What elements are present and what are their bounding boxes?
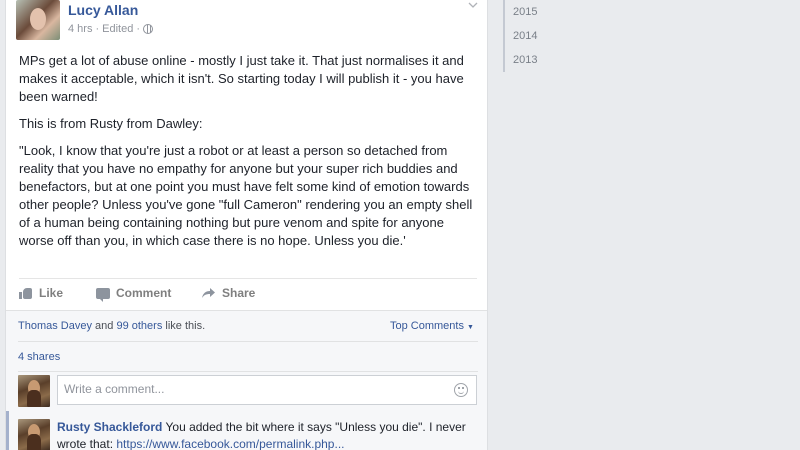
timeline-sidebar: 2015 2014 2013	[500, 0, 800, 450]
meta-separator: ·	[95, 23, 100, 35]
year-link[interactable]: 2015	[513, 0, 599, 24]
comment-highlight-bar	[6, 411, 9, 450]
comment-button[interactable]: Comment	[96, 286, 201, 302]
top-comments-label: Top Comments	[390, 320, 464, 332]
comment-item: Rusty Shackleford You added the bit wher…	[57, 419, 477, 450]
comment-link[interactable]: https://www.facebook.com/permalink.php..…	[116, 437, 344, 450]
comment-input[interactable]	[58, 376, 450, 402]
like-label: Like	[39, 286, 64, 300]
divider	[18, 371, 478, 372]
post-paragraph: This is from Rusty from Dawley:	[19, 116, 203, 131]
shares-count[interactable]: 4 shares	[18, 351, 60, 363]
facebook-post: Lucy Allan 4 hrs · Edited · MPs get a lo…	[5, 0, 488, 450]
share-arrow-icon	[202, 288, 215, 298]
post-paragraph: "Look, I know that you're just a robot o…	[19, 143, 473, 248]
post-meta: 4 hrs · Edited ·	[68, 23, 154, 35]
post-body: MPs get a lot of abuse online - mostly I…	[19, 52, 479, 259]
others-link[interactable]: 99 others	[116, 320, 162, 332]
globe-icon[interactable]	[143, 24, 154, 34]
year-link[interactable]: 2014	[513, 24, 599, 48]
edited-label[interactable]: Edited	[102, 23, 133, 35]
comment-icon	[96, 287, 110, 302]
post-time[interactable]: 4 hrs	[68, 23, 92, 35]
commenter-avatar[interactable]	[18, 375, 50, 407]
comment-author[interactable]: Rusty Shackleford	[57, 420, 162, 434]
chevron-down-icon[interactable]	[468, 0, 478, 10]
post-paragraph: MPs get a lot of abuse online - mostly I…	[19, 53, 464, 104]
meta-separator: ·	[136, 23, 141, 35]
author-name[interactable]: Lucy Allan	[68, 2, 138, 18]
divider	[18, 341, 478, 342]
likes-connector: and	[95, 320, 114, 332]
liker-name[interactable]: Thomas Davey	[18, 320, 92, 332]
year-list: 2015 2014 2013	[503, 0, 599, 72]
share-label: Share	[222, 286, 256, 300]
caret-down-icon: ▼	[467, 324, 474, 331]
comment-label: Comment	[116, 286, 172, 300]
year-link[interactable]: 2013	[513, 48, 599, 72]
avatar-beard	[27, 434, 41, 450]
comment-box[interactable]	[57, 375, 477, 405]
like-button[interactable]: Like	[19, 286, 89, 300]
thumbs-up-icon	[19, 287, 33, 299]
divider	[19, 278, 477, 279]
post-actions: Like Comment Share	[19, 286, 281, 302]
avatar-face	[30, 8, 46, 30]
likes-summary: Thomas Davey and 99 others like this.	[18, 320, 205, 332]
post-feedback: Thomas Davey and 99 others like this. To…	[6, 310, 487, 450]
avatar-beard	[27, 390, 41, 407]
likes-suffix: like this.	[165, 320, 206, 332]
author-avatar[interactable]	[16, 0, 60, 40]
share-button[interactable]: Share	[201, 286, 281, 300]
reply-avatar[interactable]	[18, 419, 50, 450]
top-comments-dropdown[interactable]: Top Comments ▼	[390, 320, 474, 332]
emoji-icon[interactable]	[454, 383, 468, 397]
